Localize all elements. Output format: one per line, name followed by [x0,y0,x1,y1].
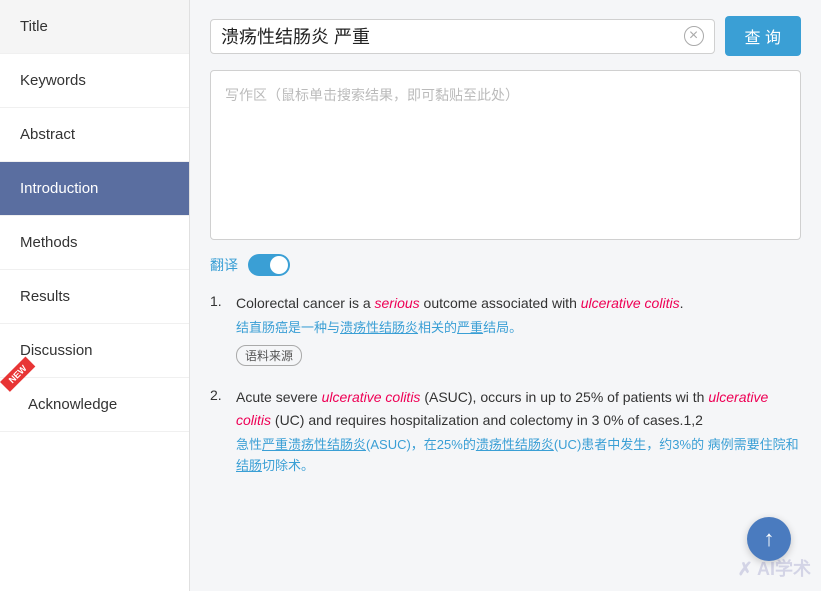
sidebar-item-results[interactable]: Results [0,270,189,324]
main-content: × 查 询 写作区（鼠标单击搜索结果，即可黏贴至此处） 翻译 1. Colore… [190,0,821,591]
result-cn-1: 结直肠癌是一种与溃疡性结肠炎相关的严重结局。 [236,318,801,339]
translate-label: 翻译 [210,255,238,275]
sidebar-item-label: Introduction [20,180,98,197]
sidebar-item-methods[interactable]: Methods [0,216,189,270]
writing-area[interactable]: 写作区（鼠标单击搜索结果，即可黏贴至此处） [210,70,801,240]
result-cn-2: 急性严重溃疡性结肠炎(ASUC)，在25%的溃疡性结肠炎(UC)患者中发生，约3… [236,435,801,477]
scroll-top-icon: ↑ [764,526,775,552]
sidebar-item-label: Acknowledge [28,396,117,413]
result-number-1: 1. [210,292,228,366]
result-item-1: 1. Colorectal cancer is a serious outcom… [210,292,801,366]
search-button[interactable]: 查 询 [725,16,801,56]
sidebar-item-label: Keywords [20,72,86,89]
writing-area-placeholder: 写作区（鼠标单击搜索结果，即可黏贴至此处） [225,87,519,103]
result-number-2: 2. [210,386,228,482]
result-content-1: Colorectal cancer is a serious outcome a… [236,292,801,366]
result-en-1[interactable]: Colorectal cancer is a serious outcome a… [236,292,801,314]
sidebar-item-acknowledge[interactable]: NEW Acknowledge [0,378,189,432]
sidebar-item-keywords[interactable]: Keywords [0,54,189,108]
results-list: 1. Colorectal cancer is a serious outcom… [210,292,801,483]
sidebar: Title Keywords Abstract Introduction Met… [0,0,190,591]
sidebar-item-introduction[interactable]: Introduction [0,162,189,216]
sidebar-item-label: Methods [20,234,78,251]
translate-toggle[interactable] [248,254,290,276]
sidebar-item-title[interactable]: Title [0,0,189,54]
search-bar: × 查 询 [210,16,801,56]
search-input[interactable] [221,26,684,47]
sidebar-item-label: Abstract [20,126,75,143]
translate-row: 翻译 [210,254,801,276]
scroll-top-button[interactable]: ↑ [747,517,791,561]
search-input-wrap: × [210,19,715,54]
source-tag-1[interactable]: 语料来源 [236,345,302,366]
result-en-2[interactable]: Acute severe ulcerative colitis (ASUC), … [236,386,801,431]
result-content-2: Acute severe ulcerative colitis (ASUC), … [236,386,801,482]
clear-button[interactable]: × [684,26,704,46]
result-item-2: 2. Acute severe ulcerative colitis (ASUC… [210,386,801,482]
sidebar-item-abstract[interactable]: Abstract [0,108,189,162]
sidebar-item-label: Title [20,18,48,35]
sidebar-item-label: Discussion [20,342,93,359]
sidebar-item-label: Results [20,288,70,305]
